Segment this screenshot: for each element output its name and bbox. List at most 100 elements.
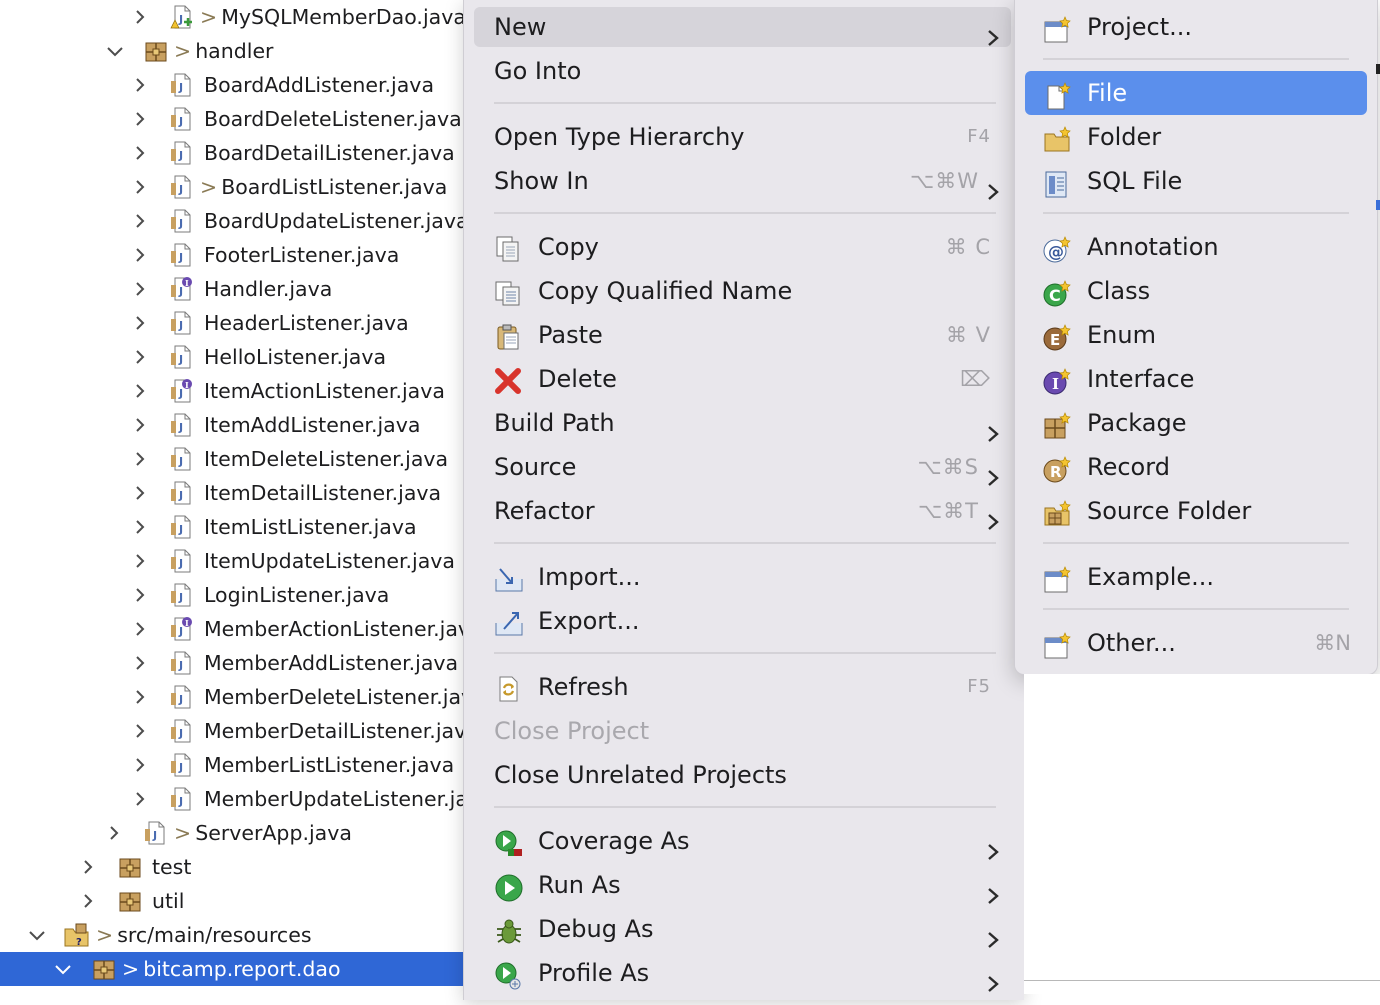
menu-item-refactor[interactable]: Refactor ⌥⌘T	[474, 491, 1011, 531]
menu-item-open-type-hierarchy[interactable]: Open Type Hierarchy F4	[474, 117, 1011, 157]
tree-row[interactable]: J HelloListener.java	[0, 340, 470, 374]
tree-row[interactable]: J HeaderListener.java	[0, 306, 470, 340]
submenu-item-annotation[interactable]: @ Annotation	[1025, 225, 1367, 269]
tree-row-selected[interactable]: > bitcamp.report.dao	[0, 952, 470, 986]
menu-item-close-unrelated-projects[interactable]: Close Unrelated Projects	[474, 755, 1011, 795]
tree-row[interactable]: test	[0, 850, 470, 884]
chevron-right-icon[interactable]	[130, 680, 152, 714]
menu-item-coverage-as[interactable]: Coverage As	[474, 821, 1011, 861]
tree-row[interactable]: J > ServerApp.java	[0, 816, 470, 850]
java-file-icon: J	[170, 209, 194, 233]
menu-item-show-in[interactable]: Show In ⌥⌘W	[474, 161, 1011, 201]
menu-separator	[494, 806, 996, 808]
chevron-right-icon[interactable]	[130, 578, 152, 612]
submenu-item-folder[interactable]: Folder	[1025, 115, 1367, 159]
tree-row[interactable]: J BoardAddListener.java	[0, 68, 470, 102]
submenu-item-record[interactable]: R Record	[1025, 445, 1367, 489]
chevron-right-icon[interactable]	[130, 408, 152, 442]
submenu-item-other[interactable]: Other... ⌘N	[1025, 621, 1367, 665]
tree-row[interactable]: J MemberAddListener.java	[0, 646, 470, 680]
menu-item-copy-qualified-name[interactable]: Copy Qualified Name	[474, 271, 1011, 311]
submenu-item-file[interactable]: File	[1025, 71, 1367, 115]
chevron-right-icon[interactable]	[130, 782, 152, 816]
chevron-right-icon[interactable]	[130, 510, 152, 544]
tree-row[interactable]: J BoardDeleteListener.java	[0, 102, 470, 136]
tree-row[interactable]: J I Handler.java	[0, 272, 470, 306]
menu-item-source[interactable]: Source ⌥⌘S	[474, 447, 1011, 487]
tree-row[interactable]: J MemberUpdateListener.java	[0, 782, 470, 816]
tree-row[interactable]: J MemberDetailListener.java	[0, 714, 470, 748]
chevron-right-icon[interactable]	[130, 544, 152, 578]
tree-row[interactable]: J MemberListListener.java	[0, 748, 470, 782]
tree-row[interactable]: J > BoardListListener.java	[0, 170, 470, 204]
submenu-item-project[interactable]: Project...	[1025, 5, 1367, 49]
chevron-right-icon[interactable]	[130, 0, 152, 34]
submenu-item-example[interactable]: Example...	[1025, 555, 1367, 599]
chevron-right-icon[interactable]	[130, 612, 152, 646]
menu-item-copy[interactable]: Copy ⌘ C	[474, 227, 1011, 267]
tree-row[interactable]: J FooterListener.java	[0, 238, 470, 272]
tree-row[interactable]: ? > src/main/resources	[0, 918, 470, 952]
java-file-icon: J	[170, 719, 194, 743]
chevron-right-icon[interactable]	[130, 476, 152, 510]
chevron-right-icon[interactable]	[130, 748, 152, 782]
chevron-right-icon[interactable]	[130, 238, 152, 272]
menu-item-label: Import...	[538, 563, 641, 591]
chevron-down-icon[interactable]	[52, 952, 74, 986]
tree-row[interactable]: J I ItemActionListener.java	[0, 374, 470, 408]
tree-row[interactable]: J MemberDeleteListener.java	[0, 680, 470, 714]
chevron-down-icon[interactable]	[26, 918, 48, 952]
tree-row[interactable]: J LoginListener.java	[0, 578, 470, 612]
tree-row[interactable]: J BoardDetailListener.java	[0, 136, 470, 170]
submenu-item-enum[interactable]: E Enum	[1025, 313, 1367, 357]
tree-row[interactable]: J BoardUpdateListener.java	[0, 204, 470, 238]
chevron-right-icon[interactable]	[130, 136, 152, 170]
chevron-right-icon[interactable]	[130, 646, 152, 680]
tree-row[interactable]: J I MemberActionListener.java	[0, 612, 470, 646]
chevron-down-icon[interactable]	[104, 34, 126, 68]
new-package-icon	[1043, 410, 1071, 439]
menu-item-run-as[interactable]: Run As	[474, 865, 1011, 905]
tree-row[interactable]: J ItemDetailListener.java	[0, 476, 470, 510]
chevron-right-icon[interactable]	[130, 714, 152, 748]
chevron-right-icon[interactable]	[130, 340, 152, 374]
menu-item-profile-as[interactable]: Profile As	[474, 953, 1011, 993]
menu-item-refresh[interactable]: Refresh F5	[474, 667, 1011, 707]
chevron-right-icon[interactable]	[104, 816, 126, 850]
edge-marker	[1376, 64, 1380, 74]
menu-item-paste[interactable]: Paste ⌘ V	[474, 315, 1011, 355]
tree-row[interactable]: J ItemAddListener.java	[0, 408, 470, 442]
chevron-right-icon[interactable]	[130, 272, 152, 306]
menu-item-go-into[interactable]: Go Into	[474, 51, 1011, 91]
menu-item-build-path[interactable]: Build Path	[474, 403, 1011, 443]
tree-row[interactable]: J ItemUpdateListener.java	[0, 544, 470, 578]
submenu-item-sql-file[interactable]: SQL File	[1025, 159, 1367, 203]
menu-item-debug-as[interactable]: Debug As	[474, 909, 1011, 949]
menu-item-new[interactable]: New	[474, 7, 1011, 47]
submenu-item-interface[interactable]: I Interface	[1025, 357, 1367, 401]
tree-row[interactable]: J ItemListListener.java	[0, 510, 470, 544]
chevron-right-icon[interactable]	[78, 884, 100, 918]
submenu-item-label: Project...	[1087, 13, 1192, 41]
menu-item-import[interactable]: Import...	[474, 557, 1011, 597]
chevron-right-icon[interactable]	[130, 442, 152, 476]
tree-row[interactable]: J ItemDeleteListener.java	[0, 442, 470, 476]
chevron-right-icon[interactable]	[130, 102, 152, 136]
submenu-item-class[interactable]: C Class	[1025, 269, 1367, 313]
chevron-right-icon[interactable]	[130, 204, 152, 238]
chevron-right-icon[interactable]	[130, 170, 152, 204]
tree-row[interactable]: > handler	[0, 34, 470, 68]
submenu-item-package[interactable]: Package	[1025, 401, 1367, 445]
menu-item-label: Close Unrelated Projects	[494, 761, 787, 789]
menu-item-delete[interactable]: Delete ⌦	[474, 359, 1011, 399]
tree-row[interactable]: J > MySQLMemberDao.java	[0, 0, 470, 34]
menu-item-export[interactable]: Export...	[474, 601, 1011, 641]
tree-row[interactable]: util	[0, 884, 470, 918]
menu-item-label: Debug As	[538, 915, 654, 943]
chevron-right-icon[interactable]	[130, 374, 152, 408]
submenu-item-source-folder[interactable]: Source Folder	[1025, 489, 1367, 533]
chevron-right-icon[interactable]	[130, 306, 152, 340]
chevron-right-icon[interactable]	[130, 68, 152, 102]
svg-text:J: J	[178, 761, 183, 774]
chevron-right-icon[interactable]	[78, 850, 100, 884]
